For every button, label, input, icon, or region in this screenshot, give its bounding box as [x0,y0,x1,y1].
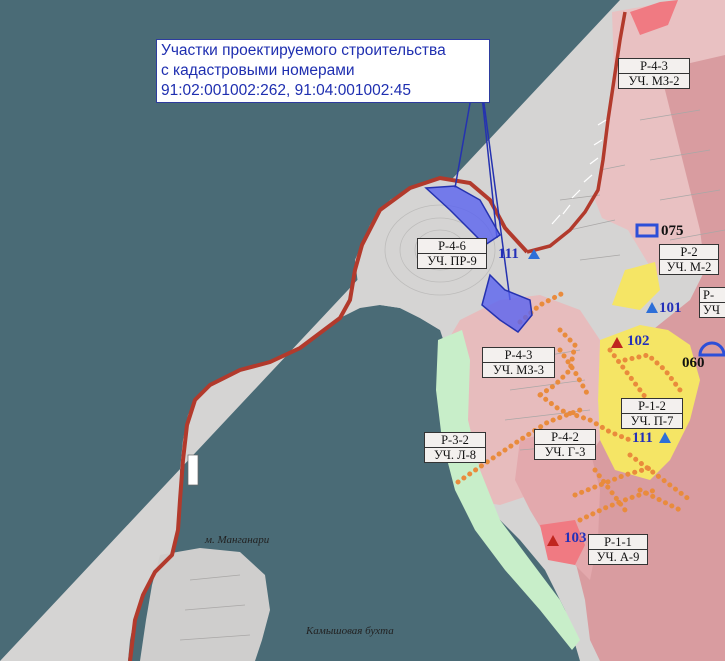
zone-label: Р-4-3 УЧ. МЗ-2 [618,58,690,89]
zone-label: Р-1-1 УЧ. А-9 [588,534,648,565]
place-label-bay: Камышовая бухта [306,625,394,637]
marker-number: 060 [682,355,705,371]
callout-line-1: Участки проектируемого строительства [161,42,446,59]
marker-number: 111 [498,246,519,262]
callout-project-sites: Участки проектируемого строительства с к… [156,39,490,103]
marker-number: 102 [627,333,650,349]
zone-label: Р-4-3 УЧ. МЗ-3 [482,347,555,378]
marker-number: 075 [661,223,684,239]
zone-label: Р-3-2 УЧ. Л-8 [424,432,486,463]
zone-label: Р-2 УЧ. М-2 [659,244,719,275]
place-label-cape: м. Манганари [205,534,270,546]
zone-label: Р-4-2 УЧ. Г-3 [534,429,596,460]
pier [187,454,199,486]
zone-label: Р-1-2 УЧ. П-7 [621,398,683,429]
marker-number: 111 [632,430,653,446]
marker-number: 101 [659,300,682,316]
zone-label: Р- УЧ [699,287,725,318]
callout-line-3: 91:02:001002:262, 91:04:001002:45 [161,82,411,99]
zone-label: Р-4-6 УЧ. ПР-9 [417,238,487,269]
callout-line-2: с кадастровыми номерами [161,62,355,79]
marker-number: 103 [564,530,587,546]
